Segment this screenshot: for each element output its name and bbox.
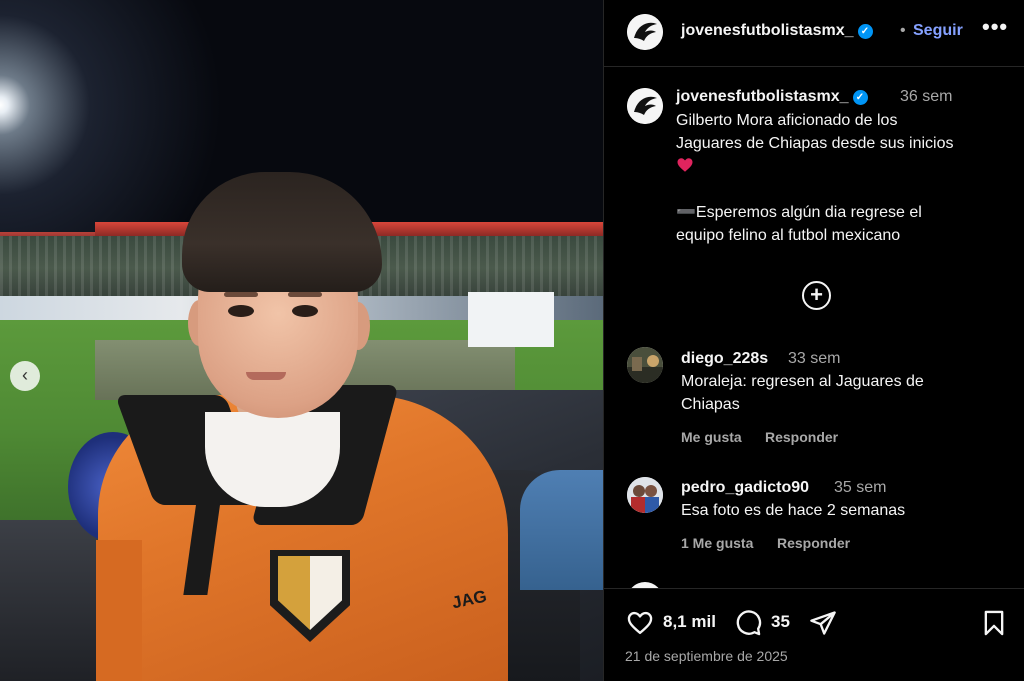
caption-timestamp[interactable]: 36 sem bbox=[900, 88, 952, 106]
stadium-screen bbox=[468, 292, 554, 347]
comment-like-button[interactable]: 1 Me gusta bbox=[681, 535, 753, 551]
comment-text: Moraleja: regresen al Jaguares de bbox=[681, 373, 924, 390]
verified-badge-icon: ✓ bbox=[857, 24, 873, 39]
load-more-comments-icon[interactable]: + bbox=[802, 281, 831, 310]
comment-timestamp[interactable]: 33 sem bbox=[788, 350, 840, 368]
caption-username[interactable]: jovenesfutbolistasmx_ ✓ bbox=[676, 88, 868, 106]
comment-username[interactable]: diego_228s bbox=[681, 350, 768, 368]
post-actions-bar: 8,1 mil 35 21 de septiembre de 2025 bbox=[604, 588, 1024, 681]
post-header: jovenesfutbolistasmx_ ✓ • Seguir ••• bbox=[604, 0, 1024, 67]
comment-timestamp[interactable]: 35 sem bbox=[834, 479, 886, 497]
likes-count[interactable]: 8,1 mil bbox=[663, 612, 716, 632]
send-icon[interactable] bbox=[809, 609, 837, 637]
boy-sleeve bbox=[96, 540, 142, 681]
boy-mouth bbox=[246, 372, 286, 380]
avatar[interactable] bbox=[627, 14, 663, 50]
avatar[interactable] bbox=[627, 477, 663, 513]
comment-icon[interactable] bbox=[734, 609, 762, 637]
separator-dot: • bbox=[900, 22, 906, 39]
spectator-blue-shirt bbox=[520, 470, 603, 590]
avatar[interactable] bbox=[627, 88, 663, 124]
comment-username[interactable]: pedro_gadicto90 bbox=[681, 479, 809, 497]
caption-line: equipo felino al futbol mexicano bbox=[676, 227, 901, 244]
heart-icon[interactable] bbox=[626, 609, 654, 637]
post-date[interactable]: 21 de septiembre de 2025 bbox=[625, 648, 788, 664]
caption-username-text[interactable]: jovenesfutbolistasmx_ bbox=[676, 88, 849, 105]
crowd-left bbox=[0, 520, 110, 681]
post-side-panel: jovenesfutbolistasmx_ ✓ • Seguir ••• jove… bbox=[603, 0, 1024, 681]
chevron-left-icon[interactable]: ‹ bbox=[10, 361, 40, 391]
eagle-logo-icon bbox=[627, 88, 663, 124]
header-username-text[interactable]: jovenesfutbolistasmx_ bbox=[681, 22, 854, 39]
caption-line: ➖Esperemos algún dia regrese el bbox=[676, 204, 922, 221]
comments-count[interactable]: 35 bbox=[771, 612, 790, 632]
bookmark-icon[interactable] bbox=[980, 609, 1008, 637]
post-photo: JAG ‹ bbox=[0, 0, 603, 681]
boy-brow-right bbox=[288, 292, 322, 297]
comment-reply-button[interactable]: Responder bbox=[777, 535, 850, 551]
boy-brow-left bbox=[224, 292, 258, 297]
user-photo-icon bbox=[627, 347, 663, 383]
eagle-logo-icon bbox=[627, 14, 663, 50]
caption-line: Gilberto Mora aficionado de los bbox=[676, 112, 898, 129]
red-heart-icon bbox=[677, 158, 693, 172]
comment-text: Esa foto es de hace 2 semanas bbox=[681, 502, 906, 519]
comment-like-button[interactable]: Me gusta bbox=[681, 429, 742, 445]
comments-scroll-area[interactable]: jovenesfutbolistasmx_ ✓ 36 sem Gilberto M… bbox=[604, 68, 1024, 588]
more-options-icon[interactable]: ••• bbox=[982, 14, 1008, 40]
header-username[interactable]: jovenesfutbolistasmx_ ✓ bbox=[681, 22, 873, 40]
comment-text: Chiapas bbox=[681, 396, 740, 413]
boy-eye-right bbox=[292, 305, 318, 317]
caption-line: Jaguares de Chiapas desde sus inicios bbox=[676, 135, 954, 152]
follow-button[interactable]: Seguir bbox=[913, 22, 963, 40]
user-photo-icon bbox=[627, 477, 663, 513]
verified-badge-icon: ✓ bbox=[852, 90, 868, 105]
comment-reply-button[interactable]: Responder bbox=[765, 429, 838, 445]
boy-eye-left bbox=[228, 305, 254, 317]
avatar[interactable] bbox=[627, 347, 663, 383]
